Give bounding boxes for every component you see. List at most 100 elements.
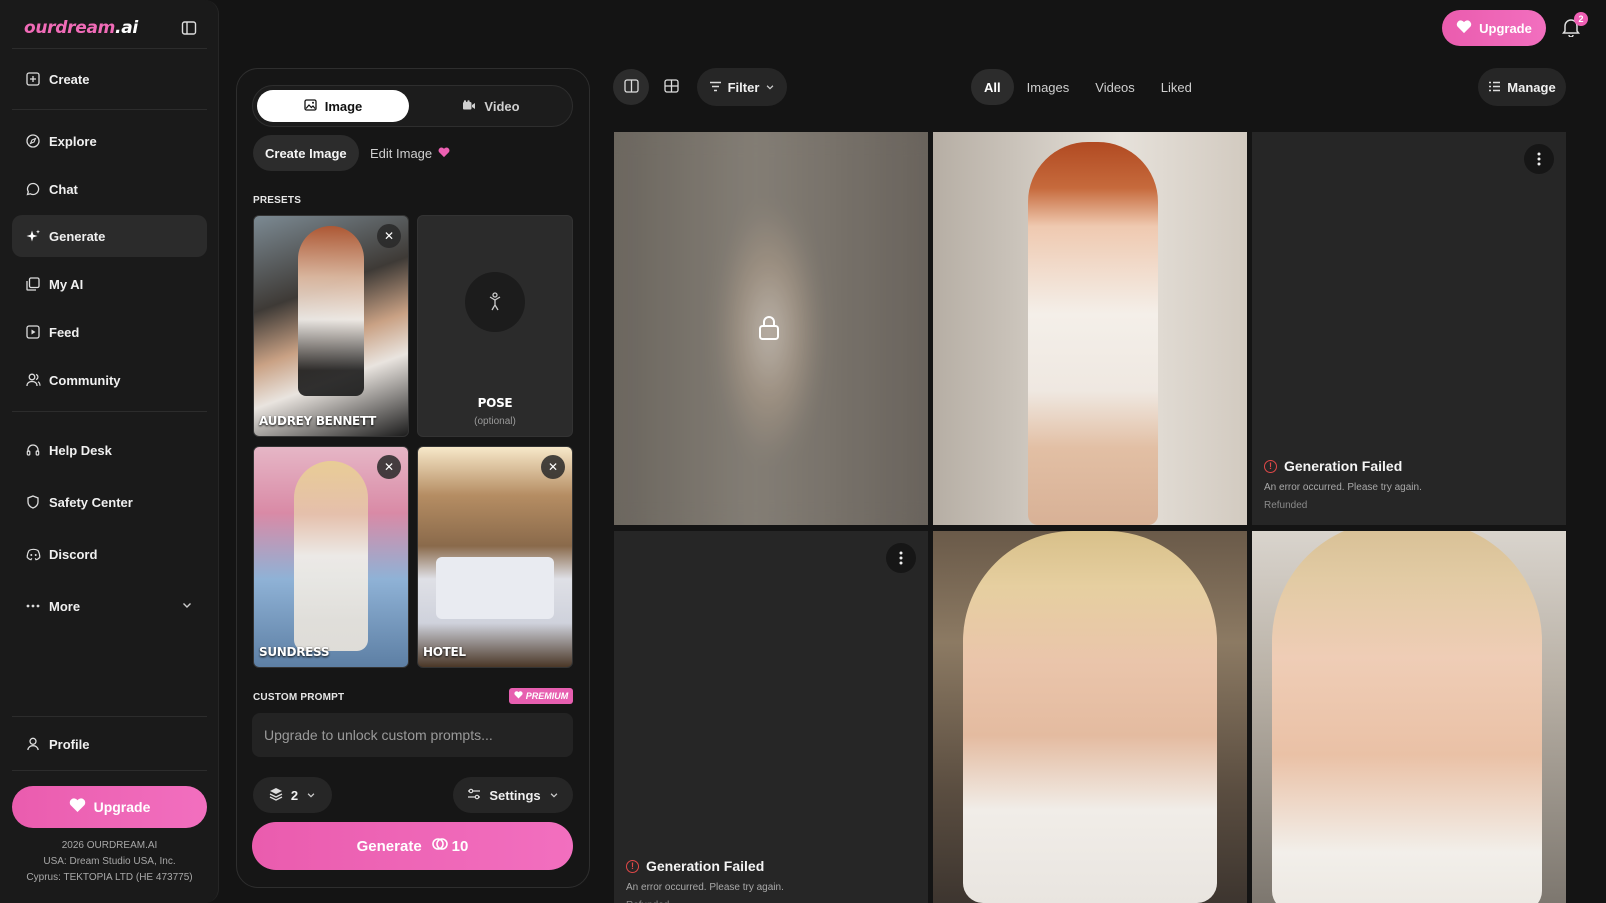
preset-card-audrey-bennett[interactable]: ✕ AUDREY BENNETT (253, 215, 409, 437)
pose-icon (465, 272, 525, 332)
filter-button[interactable]: Filter (697, 68, 787, 106)
upgrade-label: Upgrade (1479, 20, 1532, 36)
sidebar-item-profile[interactable]: Profile (12, 723, 207, 765)
footer-usa: USA: Dream Studio USA, Inc. (43, 856, 176, 867)
gallery-item-failed[interactable]: ! Generation Failed An error occurred. Pl… (1252, 132, 1566, 525)
sidebar-item-explore[interactable]: Explore (12, 120, 207, 162)
logo[interactable]: ourdream.ai (24, 18, 138, 38)
more-options-icon[interactable] (886, 543, 916, 573)
manage-label: Manage (1507, 79, 1556, 95)
gallery-photo (1028, 142, 1158, 525)
divider (12, 770, 207, 771)
count-value: 2 (290, 787, 299, 803)
gallery-stack-icon (25, 276, 41, 292)
manage-button[interactable]: Manage (1478, 68, 1566, 106)
presets-label: PRESETS (253, 195, 302, 206)
custom-prompt-input[interactable]: Upgrade to unlock custom prompts... (252, 713, 573, 757)
layers-icon (269, 787, 283, 804)
top-upgrade-button[interactable]: Upgrade (1442, 10, 1546, 46)
sidebar-item-feed[interactable]: Feed (12, 311, 207, 353)
chevron-down-icon (765, 80, 775, 95)
failed-description: An error occurred. Please try again. (1264, 482, 1422, 493)
remove-preset-button[interactable]: ✕ (377, 455, 401, 479)
chevron-down-icon (549, 788, 559, 803)
sidebar-collapse-icon[interactable] (179, 18, 199, 38)
cost-value: 10 (451, 837, 469, 855)
preset-title: HOTEL (423, 645, 466, 659)
headset-icon (25, 442, 41, 458)
tab-label: Image (324, 98, 363, 114)
gallery-item-failed[interactable]: ! Generation Failed An error occurred. Pl… (614, 531, 928, 903)
sidebar-item-label: Explore (49, 133, 97, 149)
upgrade-label: Upgrade (93, 799, 151, 815)
preset-card-hotel[interactable]: ✕ HOTEL (417, 446, 573, 668)
discord-icon (25, 546, 41, 562)
preset-photo (298, 226, 364, 396)
tab-all[interactable]: All (971, 69, 1014, 105)
tab-liked[interactable]: Liked (1148, 69, 1205, 105)
sidebar-item-more[interactable]: More (12, 585, 207, 627)
sidebar-upgrade-button[interactable]: Upgrade (12, 786, 207, 828)
columns-icon (623, 78, 639, 96)
preset-card-sundress[interactable]: ✕ SUNDRESS (253, 446, 409, 668)
sidebar-item-discord[interactable]: Discord (12, 533, 207, 575)
sidebar-item-chat[interactable]: Chat (12, 168, 207, 210)
tab-videos[interactable]: Videos (1082, 69, 1148, 105)
chat-bubble-icon (25, 181, 41, 197)
gallery-item-image[interactable] (933, 531, 1247, 903)
gallery-photo (963, 531, 1217, 903)
preset-card-pose[interactable]: POSE (optional) (417, 215, 573, 437)
tab-images[interactable]: Images (1014, 69, 1083, 105)
sparkle-icon (25, 228, 41, 244)
gallery-tabs: All Images Videos Liked (971, 69, 1205, 105)
generate-label: Generate (356, 837, 422, 855)
generation-failed-message: ! Generation Failed An error occurred. Pl… (1264, 458, 1422, 511)
shield-icon (25, 494, 41, 510)
tab-label: Video (484, 98, 520, 114)
compass-icon (25, 133, 41, 149)
filter-label: Filter (727, 79, 760, 95)
failed-title: Generation Failed (1284, 458, 1403, 474)
tab-image[interactable]: Image (257, 90, 409, 122)
plus-square-icon (25, 71, 41, 87)
remove-preset-button[interactable]: ✕ (541, 455, 565, 479)
error-icon: ! (626, 859, 639, 873)
premium-label: PREMIUM (525, 691, 569, 701)
premium-heart-icon (438, 146, 450, 161)
gallery-item-locked[interactable] (614, 132, 928, 525)
image-count-select[interactable]: 2 (253, 777, 332, 813)
sidebar-item-create[interactable]: Create (12, 58, 207, 100)
sidebar-item-my-ai[interactable]: My AI (12, 263, 207, 305)
sliders-icon (467, 788, 481, 803)
mode-toggle: Image Video (252, 85, 573, 127)
sidebar-item-label: Chat (49, 181, 78, 197)
tab-edit-image[interactable]: Edit Image (358, 135, 462, 171)
generate-button[interactable]: Generate 10 (252, 822, 573, 870)
sub-tab-label: Create Image (265, 145, 347, 161)
play-square-icon (25, 324, 41, 340)
tab-video[interactable]: Video (415, 90, 567, 122)
sidebar-item-label: More (49, 598, 81, 614)
view-grid-button[interactable] (653, 69, 689, 105)
preset-title: SUNDRESS (259, 645, 330, 659)
lock-icon (757, 315, 781, 344)
more-options-icon[interactable] (1524, 144, 1554, 174)
sidebar-item-community[interactable]: Community (12, 359, 207, 401)
gallery-item-image[interactable] (933, 132, 1247, 525)
settings-button[interactable]: Settings (453, 777, 573, 813)
sidebar-item-label: Generate (49, 228, 106, 244)
logo-row: ourdream.ai (24, 14, 199, 42)
notification-badge: 2 (1574, 12, 1588, 26)
sidebar-item-safety-center[interactable]: Safety Center (12, 481, 207, 523)
view-columns-button[interactable] (613, 69, 649, 105)
sidebar-item-help-desk[interactable]: Help Desk (12, 429, 207, 471)
grid-icon (663, 78, 679, 96)
preset-title: AUDREY BENNETT (259, 414, 377, 428)
preset-title: POSE (477, 396, 513, 410)
sidebar-item-generate[interactable]: Generate (12, 215, 207, 257)
user-icon (25, 736, 41, 752)
gallery-item-image[interactable] (1252, 531, 1566, 903)
remove-preset-button[interactable]: ✕ (377, 224, 401, 248)
custom-prompt-label: CUSTOM PROMPT (253, 692, 345, 703)
tab-create-image[interactable]: Create Image (253, 135, 359, 171)
